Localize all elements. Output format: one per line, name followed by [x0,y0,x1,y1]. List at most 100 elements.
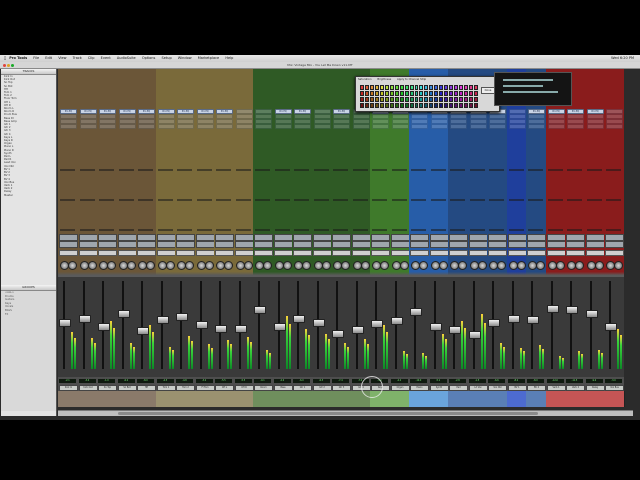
send-slot[interactable] [138,229,153,231]
send-slot[interactable] [606,169,621,171]
color-swatch[interactable] [384,97,389,102]
color-swatch[interactable] [454,85,459,90]
color-swatch[interactable] [449,85,454,90]
volume-fader[interactable] [137,327,149,336]
pan-knob-right[interactable] [126,261,136,270]
send-slot[interactable] [255,229,270,231]
insert-slot[interactable] [118,124,136,129]
menu-help[interactable]: Help [225,55,233,62]
volume-fader[interactable] [254,306,266,315]
send-slot[interactable] [79,229,95,231]
output-selector[interactable] [254,241,273,248]
insert-slot[interactable] [586,124,604,129]
output-selector[interactable] [117,241,137,248]
output-selector[interactable] [429,241,449,248]
palette-done-button[interactable]: Done [481,87,495,94]
insert-slot[interactable] [547,124,565,129]
track-color-swatch[interactable] [214,391,235,407]
send-slot[interactable] [372,169,387,171]
color-swatch[interactable] [360,103,364,108]
pan-knob-right[interactable] [282,261,292,270]
send-slot[interactable] [469,229,485,231]
color-swatch[interactable] [414,91,419,96]
send-slot[interactable] [586,169,602,171]
output-selector[interactable] [390,241,410,248]
color-swatch[interactable] [454,103,459,108]
send-slot[interactable] [157,229,173,231]
track-color-swatch[interactable] [311,391,332,407]
color-swatch[interactable] [434,85,439,90]
color-swatch[interactable] [459,85,464,90]
output-selector[interactable] [234,241,254,248]
color-swatch[interactable] [439,91,444,96]
insert-slot[interactable] [99,124,116,129]
send-slot[interactable] [567,169,582,171]
automation-mode-selector[interactable] [195,250,215,256]
send-slot[interactable] [528,199,543,201]
color-swatch[interactable] [464,85,469,90]
volume-fader[interactable] [390,317,403,326]
automation-mode-selector[interactable] [98,250,117,256]
volume-fader[interactable] [410,307,422,316]
send-slot[interactable] [547,229,563,231]
color-swatch[interactable] [469,103,474,108]
send-slot[interactable] [411,229,426,231]
color-swatch[interactable] [419,103,424,108]
output-selector[interactable] [351,241,371,248]
volume-fader[interactable] [449,326,461,335]
color-swatch[interactable] [469,97,474,102]
color-swatch[interactable] [394,103,399,108]
input-selector[interactable] [59,234,78,241]
automation-mode-selector[interactable] [312,250,332,256]
color-swatch[interactable] [389,97,394,102]
input-selector[interactable] [156,234,176,241]
color-swatch[interactable] [369,91,374,96]
send-slot[interactable] [177,169,192,171]
pan-knob-right[interactable] [243,261,253,270]
send-slot[interactable] [411,199,426,201]
minimize-window-icon[interactable] [7,64,10,67]
send-slot[interactable] [274,199,290,201]
color-swatch[interactable] [404,97,409,102]
send-slot[interactable] [294,169,309,171]
track-color-swatch[interactable] [233,391,254,407]
send-slot[interactable] [567,199,582,201]
input-selector[interactable] [78,234,98,241]
send-slot[interactable] [411,169,426,171]
pan-knob-right[interactable] [146,261,155,270]
color-swatch[interactable] [374,103,379,108]
send-slot[interactable] [489,229,504,231]
send-slot[interactable] [508,199,524,201]
send-slot[interactable] [450,229,465,231]
send-slot[interactable] [333,169,348,171]
color-swatch[interactable] [454,91,459,96]
color-swatch[interactable] [449,91,454,96]
color-swatch[interactable] [464,103,469,108]
automation-mode-selector[interactable] [468,250,488,256]
send-slot[interactable] [528,229,543,231]
track-color-swatch[interactable] [97,391,118,407]
volume-fader[interactable] [566,306,578,315]
send-slot[interactable] [372,199,387,201]
automation-mode-selector[interactable] [585,250,605,256]
automation-mode-selector[interactable] [234,250,254,256]
color-swatch[interactable] [369,85,374,90]
input-selector[interactable] [371,234,390,241]
track-color-swatch[interactable] [526,391,547,407]
pan-knob-right[interactable] [438,261,448,270]
track-color-swatch[interactable] [448,391,469,407]
send-slot[interactable] [508,229,524,231]
track-color-swatch[interactable] [272,391,293,407]
send-slot[interactable] [60,229,75,231]
send-slot[interactable] [216,199,231,201]
menu-file[interactable]: File [33,55,39,62]
color-swatch[interactable] [394,85,399,90]
pan-knob-right[interactable] [341,261,350,270]
send-slot[interactable] [294,229,309,231]
input-selector[interactable] [566,234,585,241]
menu-edit[interactable]: Edit [45,55,52,62]
color-swatch[interactable] [434,91,439,96]
color-swatch[interactable] [374,91,379,96]
palette-saturation-label[interactable]: Saturation [358,78,372,81]
insert-slot[interactable] [391,124,409,129]
